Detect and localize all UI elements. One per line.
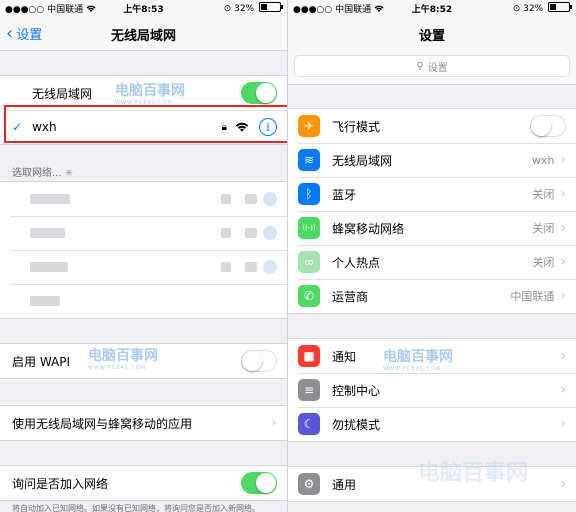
settings-row-label: 飞行模式: [332, 119, 381, 134]
moon-icon: ☾: [298, 413, 320, 435]
settings-row-value: 关闭: [532, 222, 555, 235]
settings-row-label: 运营商: [332, 289, 369, 304]
page-title: 设置: [418, 29, 445, 44]
hotspot-icon: ∞: [298, 251, 320, 273]
chevron-right-icon: ›: [560, 152, 566, 168]
settings-row-label: 个人热点: [332, 255, 381, 270]
chevron-right-icon: ›: [560, 220, 566, 236]
chevron-right-icon: ›: [560, 476, 566, 492]
watermark-logo: 电脑百事网 WWW.PC841.COM: [115, 83, 185, 106]
bluetooth-icon: ᛒ: [298, 183, 320, 205]
ask-to-join-footnote: 将自动加入已知网络。如果没有已知网络，将询问您是否加入新网络。: [12, 504, 260, 512]
settings-screen: ●●●○○ 中国联通 上午8:52 ⊙ 32% 设置 ⚲ 设置 ✈ 飞行模式 ≋ 无线…: [288, 0, 576, 512]
search-placeholder: 设置: [427, 62, 448, 74]
wlan-switch[interactable]: [241, 82, 277, 104]
notifications-icon: ■: [298, 345, 320, 367]
settings-row-value: 中国联通: [510, 290, 555, 303]
lock-rotation-icon: ⊙: [512, 4, 521, 14]
settings-row-wifi[interactable]: ≋ 无线局域网 wxh ›: [288, 143, 576, 177]
control-center-icon: ≡: [298, 379, 320, 401]
settings-row-airplane[interactable]: ✈ 飞行模式: [288, 109, 576, 143]
status-bar: ●●●○○ 中国联通 上午8:52 ⊙ 32%: [288, 0, 576, 16]
ask-to-join-row: 询问是否加入网络: [0, 466, 287, 500]
wifi-icon: ≋: [298, 149, 320, 171]
settings-row-hotspot[interactable]: ∞ 个人热点 关闭 ›: [288, 245, 576, 279]
settings-row-label: 勿扰模式: [332, 417, 381, 432]
gear-icon: ⚙: [298, 473, 320, 495]
search-field[interactable]: ⚲ 设置: [294, 55, 570, 77]
settings-row-label: 控制中心: [332, 383, 381, 398]
network-row[interactable]: [0, 250, 287, 284]
network-row[interactable]: [0, 216, 287, 250]
battery-level: [261, 4, 267, 10]
status-bar: ●●●○○ 中国联通 上午8:53 ⊙ 32%: [0, 0, 287, 16]
settings-row-bluetooth[interactable]: ᛒ 蓝牙 关闭 ›: [288, 177, 576, 211]
apps-using-wlan-label: 使用无线局域网与蜂窝移动的应用: [12, 416, 193, 431]
wapi-switch[interactable]: [241, 350, 277, 372]
watermark-logo: 电脑百事网 WWW.PC841.COM: [88, 348, 158, 371]
settings-row-phone[interactable]: ✆ 运营商 中国联通 ›: [288, 279, 576, 313]
page-title: 无线局域网: [110, 29, 176, 44]
chevron-right-icon: ›: [560, 382, 566, 398]
settings-row-value: wxh: [531, 153, 555, 167]
chevron-right-icon: ›: [560, 288, 566, 304]
settings-row-control-center[interactable]: ≡ 控制中心 ›: [288, 373, 576, 407]
ask-to-join-switch[interactable]: [241, 472, 277, 494]
choose-network-header: 选取网络... ✳: [12, 168, 74, 179]
settings-row-label: 无线局域网: [332, 153, 393, 168]
battery-icon: [548, 2, 572, 12]
settings-group-1: ✈ 飞行模式 ≋ 无线局域网 wxh › ᛒ 蓝牙 关闭 › ((·)) 蜂窝移动网络 关闭 › ∞ 个人热点…: [288, 108, 576, 314]
battery-level: [550, 4, 556, 10]
phone-icon: ✆: [298, 285, 320, 307]
chevron-right-icon: ›: [560, 254, 566, 270]
network-list: [0, 181, 287, 319]
ask-join-group: 询问是否加入网络: [0, 465, 287, 501]
lock-rotation-icon: ⊙: [223, 4, 232, 14]
status-battery: ⊙ 32%: [512, 2, 572, 14]
search-icon: ⚲: [416, 60, 424, 72]
ask-to-join-label: 询问是否加入网络: [12, 476, 109, 491]
wapi-label: 启用 WAPI: [12, 354, 71, 369]
highlight-box: [4, 105, 287, 143]
chevron-right-icon: ›: [560, 186, 566, 202]
settings-row-moon[interactable]: ☾ 勿扰模式 ›: [288, 407, 576, 441]
airplane-mode-switch[interactable]: [530, 115, 566, 137]
loading-spinner-icon: ✳: [64, 168, 74, 179]
battery-icon: [259, 2, 283, 12]
settings-row-label: 蓝牙: [332, 187, 357, 202]
settings-row-label: 通用: [332, 477, 357, 492]
apps-using-wlan-row[interactable]: 使用无线局域网与蜂窝移动的应用 ›: [0, 406, 287, 440]
network-row[interactable]: [0, 182, 287, 216]
settings-row-label: 蜂窝移动网络: [332, 221, 405, 236]
network-row[interactable]: [0, 284, 287, 318]
watermark-logo: 电脑百事网 WWW.PC841.COM: [383, 349, 453, 372]
watermark-logo: 电脑百事网: [418, 461, 529, 486]
airplane-icon: ✈: [298, 115, 320, 137]
status-battery: ⊙ 32%: [223, 2, 283, 14]
chevron-right-icon: ›: [560, 348, 566, 364]
settings-row-value: 关闭: [532, 188, 555, 201]
nav-bar: 设置: [288, 16, 576, 46]
apps-group: 使用无线局域网与蜂窝移动的应用 ›: [0, 405, 287, 441]
settings-row-value: 关闭: [532, 256, 555, 269]
wlan-label: 无线局域网: [32, 86, 93, 101]
chevron-right-icon: ›: [271, 415, 277, 431]
nav-bar: ‹ 设置 无线局域网: [0, 16, 287, 51]
chevron-right-icon: ›: [560, 416, 566, 432]
wlan-settings-screen: ●●●○○ 中国联通 上午8:53 ⊙ 32% ‹ 设置 无线局域网 无线局域网…: [0, 0, 287, 512]
settings-row-cellular[interactable]: ((·)) 蜂窝移动网络 关闭 ›: [288, 211, 576, 245]
cellular-icon: ((·)): [298, 217, 320, 239]
settings-row-label: 通知: [332, 349, 357, 364]
